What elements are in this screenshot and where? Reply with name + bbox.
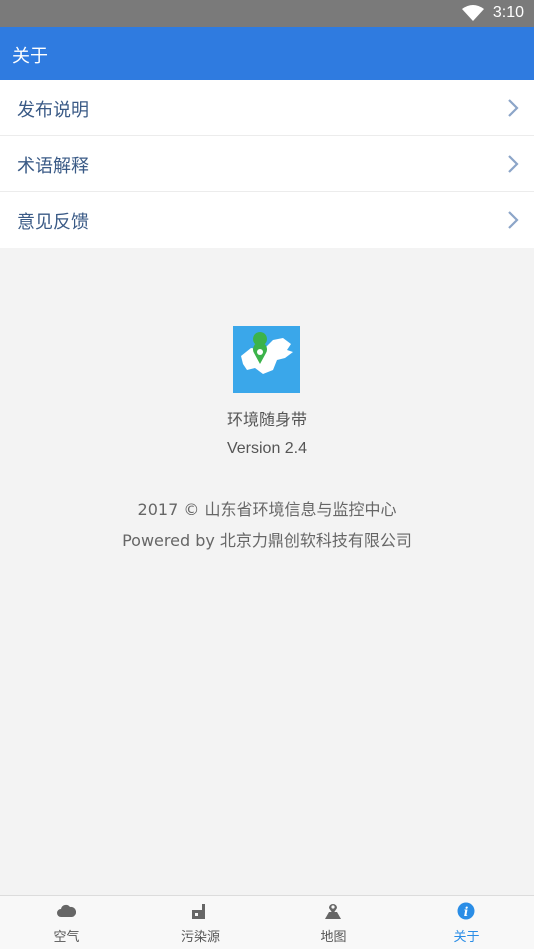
factory-icon xyxy=(192,904,205,919)
menu-item-label: 发布说明 xyxy=(17,100,89,121)
svg-text:i: i xyxy=(464,905,469,919)
chevron-right-icon xyxy=(508,155,519,173)
settings-menu: 发布说明 术语解释 意见反馈 xyxy=(0,80,534,248)
info-icon: i xyxy=(457,902,475,920)
menu-item-label: 术语解释 xyxy=(17,156,89,177)
app-version: Version 2.4 xyxy=(226,440,308,457)
cloud-icon xyxy=(57,904,76,917)
status-bar: 3:10 xyxy=(0,0,534,27)
tab-about[interactable]: i 关于 xyxy=(400,896,533,949)
status-time: 3:10 xyxy=(492,4,524,21)
menu-item-release-notes[interactable]: 发布说明 xyxy=(0,80,534,136)
tab-label: 污染源 xyxy=(180,930,220,945)
menu-item-feedback[interactable]: 意见反馈 xyxy=(0,192,534,248)
tab-air[interactable]: 空气 xyxy=(0,896,133,949)
app-bar: 关于 xyxy=(0,27,534,80)
chevron-right-icon xyxy=(508,211,519,229)
map-pin-icon xyxy=(325,904,341,919)
wifi-icon xyxy=(462,5,484,21)
bottom-nav: 空气 污染源 地图 i 关于 xyxy=(0,895,534,949)
powered-by-text: Powered by 北京力鼎创软科技有限公司 xyxy=(122,531,412,550)
page-title: 关于 xyxy=(12,46,48,67)
tab-pollution-source[interactable]: 污染源 xyxy=(134,896,267,949)
menu-item-glossary[interactable]: 术语解释 xyxy=(0,136,534,192)
tab-label: 空气 xyxy=(53,930,80,945)
app-name: 环境随身带 xyxy=(226,410,307,429)
tab-label: 关于 xyxy=(453,930,480,945)
tab-label: 地图 xyxy=(320,930,347,945)
chevron-right-icon xyxy=(508,99,519,117)
tab-map[interactable]: 地图 xyxy=(267,896,400,949)
app-logo xyxy=(233,326,300,393)
copyright-text: 2017 © 山东省环境信息与监控中心 xyxy=(137,500,397,519)
menu-item-label: 意见反馈 xyxy=(17,212,89,233)
